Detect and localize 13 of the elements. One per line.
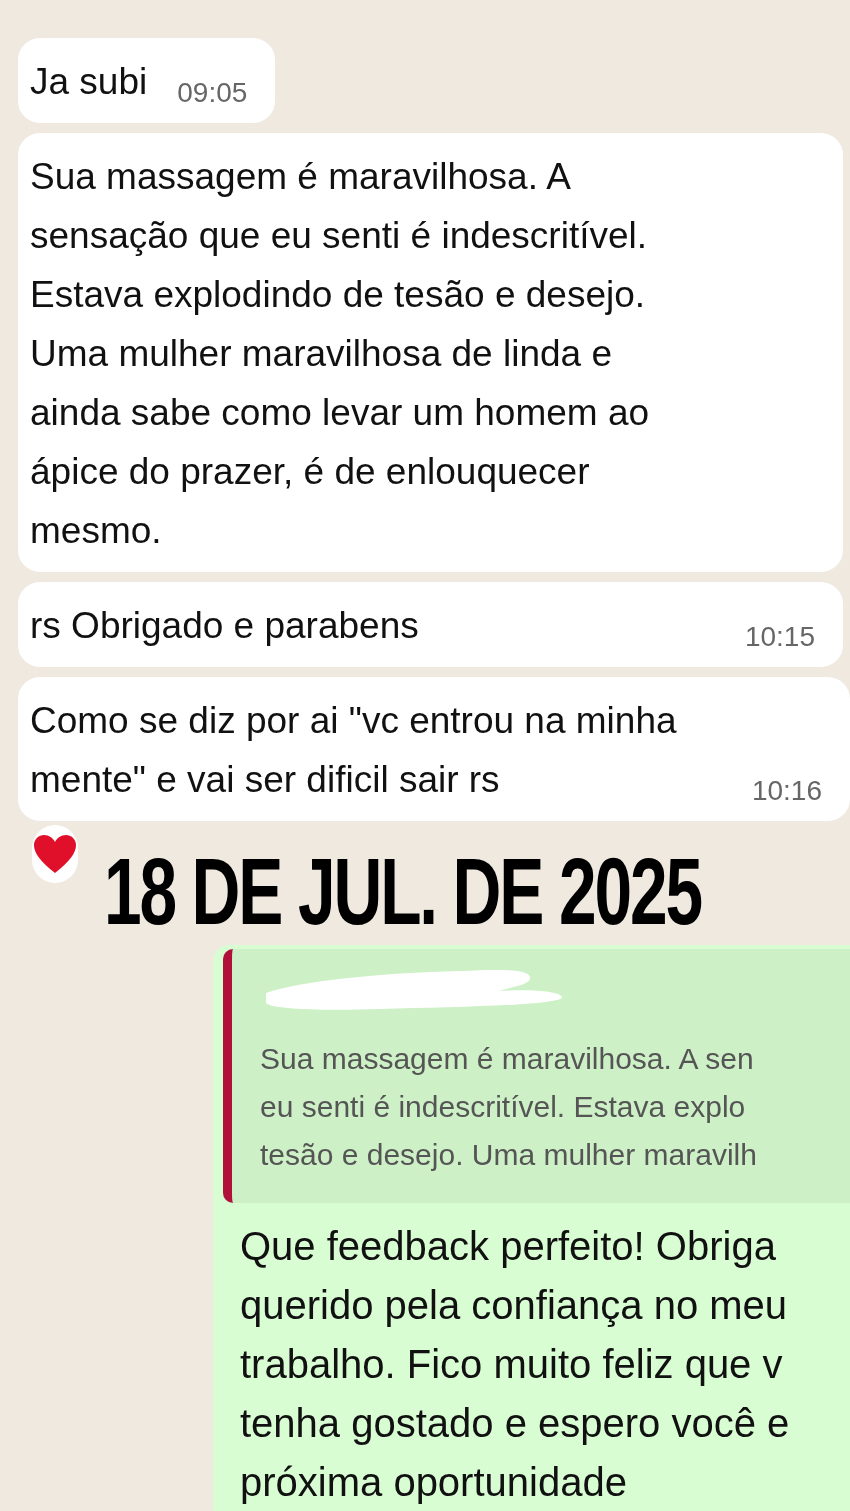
message-text: Ja subi — [30, 60, 148, 104]
message-text: Como se diz por ai "vc entrou na minha mente" e vai ser dificil sair rs — [30, 699, 678, 802]
message-text: Que feedback perfeito! Obriga querido pela confiança no meu trabalho. Fico muito feliz que v tenha gostado e espero você e próxima oportunidade — [239, 1223, 791, 1506]
message-time: 09:05 — [177, 77, 248, 109]
message-time: 10:16 — [751, 775, 822, 807]
message-time: 10:15 — [744, 621, 815, 653]
reaction-pill[interactable] — [32, 825, 78, 883]
heart-icon — [32, 833, 78, 875]
quoted-text: Sua massagem é maravilhosa. A sen eu senti é indescritível. Estava explo tesão e desejo. Uma mulher maravilh — [260, 1041, 758, 1173]
quoted-message[interactable]: Sua massagem é maravilhosa. A sen eu senti é indescritível. Estava explo tesão e desejo. Uma mulher maravilh — [223, 949, 850, 1203]
message-text: rs Obrigado e parabens — [30, 604, 420, 648]
date-label: 18 DE JUL. DE 2025 — [104, 845, 701, 939]
message-text: Sua massagem é maravilhosa. A sensação que eu senti é indescritível. Estava explodindo de tesão e desejo. Uma mulher maravilhosa de linda e ainda sabe como levar um homem ao ápice do prazer, é de enlouquecer mesmo. — [30, 155, 651, 553]
